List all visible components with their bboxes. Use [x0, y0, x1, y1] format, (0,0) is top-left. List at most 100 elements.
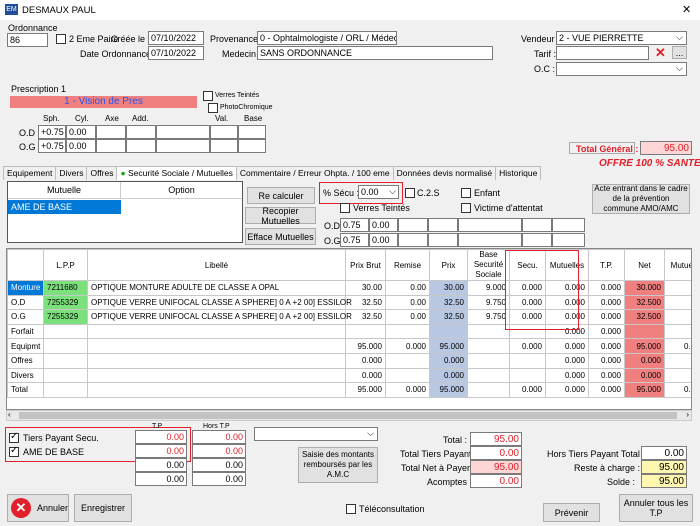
tab-securite-sociale[interactable]: ● Securité Sociale / Mutuelles [116, 166, 237, 180]
grid-cell[interactable]: Equipmt [7, 338, 44, 354]
recopier-button[interactable]: Recopier Mutuelles [245, 206, 316, 226]
hors-tp-value-1[interactable]: 0.00 [192, 430, 246, 444]
grid-cell[interactable]: 0.000 [385, 382, 430, 398]
grid-cell[interactable] [385, 323, 430, 340]
saisie-amc-button[interactable]: Saisie des montants remboursés par les A… [298, 447, 378, 483]
grid-cell[interactable]: 0.000 [588, 309, 625, 325]
secu-og-sph[interactable]: 0.75 [340, 233, 369, 247]
grid-cell[interactable]: 0.000 [545, 382, 589, 398]
grid-cell[interactable] [467, 338, 510, 354]
grid-cell[interactable] [87, 367, 346, 384]
grid-cell[interactable]: O.G [7, 309, 44, 325]
vendeur-select[interactable]: 2 - VUE PIERRETTE ⌵ [556, 31, 687, 45]
grid-cell[interactable]: 7255329 [43, 294, 88, 311]
grid-cell[interactable]: 0.000 [588, 382, 625, 398]
annuler-tp-button[interactable]: Annuler tous les T.P [619, 494, 693, 522]
grid-cell[interactable]: 0.000 [429, 367, 468, 384]
grid-cell[interactable]: 0.000 [664, 382, 691, 398]
grid-cell[interactable] [87, 323, 346, 340]
hors-tp-value-2[interactable]: 0.00 [192, 444, 246, 458]
grid-cell[interactable] [509, 352, 546, 369]
grid-cell[interactable] [345, 323, 386, 340]
secu-og-c5[interactable] [458, 233, 522, 247]
secu-od-sph[interactable]: 0.75 [340, 218, 369, 232]
od-cyl-input[interactable]: 0.00 [66, 125, 96, 139]
tiers-secu-checkbox[interactable] [9, 431, 19, 443]
grid-cell[interactable]: 0.000 [588, 338, 625, 354]
grid-cell[interactable]: Monture [7, 280, 44, 296]
grid-cell[interactable]: 95.000 [429, 338, 468, 354]
secu-od-c6[interactable] [522, 218, 552, 232]
grid-cell[interactable]: 32.500 [624, 294, 665, 311]
recalculer-button[interactable]: Re calculer [247, 187, 315, 204]
secu-select[interactable]: 0.00 ⌵ [358, 185, 399, 199]
grid-cell[interactable]: 9.750 [467, 309, 510, 325]
hors-tp-value-3[interactable]: 0.00 [192, 458, 246, 472]
grid-cell[interactable]: Offres [7, 352, 44, 369]
provenance-input[interactable]: 0 - Ophtalmologiste / ORL / Médeci [257, 31, 397, 45]
grid-cell[interactable] [429, 323, 468, 340]
grid-cell[interactable] [43, 352, 88, 369]
grid-cell[interactable]: 32.500 [624, 309, 665, 325]
og-extra-input[interactable] [156, 139, 210, 153]
tab-equipement[interactable]: Equipement [3, 166, 57, 180]
grid-cell[interactable] [467, 352, 510, 369]
grid-cell[interactable] [87, 382, 346, 398]
grid-cell[interactable] [664, 323, 691, 340]
grid-cell[interactable]: 0.000 [545, 338, 589, 354]
grid-cell[interactable]: 95.000 [624, 382, 665, 398]
secu-od-c7[interactable] [552, 218, 585, 232]
deux-paire-checkbox[interactable] [56, 34, 66, 44]
grid-cell[interactable] [664, 352, 691, 369]
grid-cell[interactable] [385, 352, 430, 369]
og-axe-input[interactable] [96, 139, 126, 153]
tp-value-2[interactable]: 0.00 [135, 444, 187, 458]
acte-prevention-button[interactable]: Acte entrant dans le cadre de la prévent… [592, 184, 690, 214]
tp-value-1[interactable]: 0.00 [135, 430, 187, 444]
od-axe-input[interactable] [96, 125, 126, 139]
oc-select[interactable]: ⌵ [556, 62, 687, 76]
hors-tp-value-4[interactable]: 0.00 [192, 472, 246, 486]
scroll-thumb[interactable] [19, 412, 677, 419]
grid-cell[interactable]: 0.000 [429, 352, 468, 369]
od-sph-input[interactable]: +0.75 [38, 125, 66, 139]
grid-cell[interactable]: 0.000 [624, 367, 665, 384]
grid-cell[interactable]: 9.000 [467, 280, 510, 296]
c2s-checkbox[interactable] [405, 188, 415, 198]
grid-cell[interactable]: 7255329 [43, 309, 88, 325]
mutuelle-row[interactable]: AME DE BASE [8, 200, 121, 214]
grid-cell[interactable]: 32.50 [429, 294, 468, 311]
grid-cell[interactable] [664, 309, 691, 325]
grid-cell[interactable]: Divers [7, 367, 44, 384]
grid-cell[interactable]: 30.000 [624, 280, 665, 296]
od-base-input[interactable] [238, 125, 266, 139]
efface-button[interactable]: Efface Mutuelles [245, 228, 316, 245]
date-ord-input[interactable]: 07/10/2022 [148, 46, 204, 60]
grid-cell[interactable] [664, 294, 691, 311]
grid-cell[interactable] [87, 352, 346, 369]
grid-row-divers[interactable]: Divers 0.000 0.000 0.000 0.000 0.000 [7, 367, 691, 384]
tab-commentaire[interactable]: Commentaire / Erreur Ohpta. / 100 eme [235, 166, 394, 180]
horizontal-scrollbar[interactable]: ‹ › [6, 410, 692, 421]
grid-cell[interactable] [87, 338, 346, 354]
grid-cell[interactable]: 95.000 [624, 338, 665, 354]
grid-cell[interactable]: OPTIQUE MONTURE ADULTE DE CLASSE A OPAL [87, 280, 346, 296]
grid-cell[interactable]: 0.000 [509, 338, 546, 354]
grid-row-od[interactable]: O.D 7255329 OPTIQUE VERRE UNIFOCAL CLASSE … [7, 294, 691, 311]
grid-cell[interactable] [467, 323, 510, 340]
secu-og-c4[interactable] [428, 233, 458, 247]
grid-cell[interactable] [467, 367, 510, 384]
secu-od-c3[interactable] [398, 218, 428, 232]
og-cyl-input[interactable]: 0.00 [66, 139, 96, 153]
grid-row-total[interactable]: Total 95.000 0.000 95.000 0.000 0.000 0.000 95.… [7, 382, 691, 398]
grid-row-og[interactable]: O.G 7255329 OPTIQUE VERRE UNIFOCAL CLASSE … [7, 309, 691, 325]
grid-row-offres[interactable]: Offres 0.000 0.000 0.000 0.000 0.000 [7, 352, 691, 369]
grid-cell[interactable]: 0.000 [588, 367, 625, 384]
enregistrer-button[interactable]: Enregistrer [74, 494, 132, 522]
od-add-input[interactable] [126, 125, 156, 139]
grid-cell[interactable] [385, 367, 430, 384]
grid-cell[interactable]: 0.000 [345, 367, 386, 384]
grid-cell[interactable]: 0.000 [664, 338, 691, 354]
grid-cell[interactable]: 30.00 [345, 280, 386, 296]
grid-cell[interactable] [43, 367, 88, 384]
